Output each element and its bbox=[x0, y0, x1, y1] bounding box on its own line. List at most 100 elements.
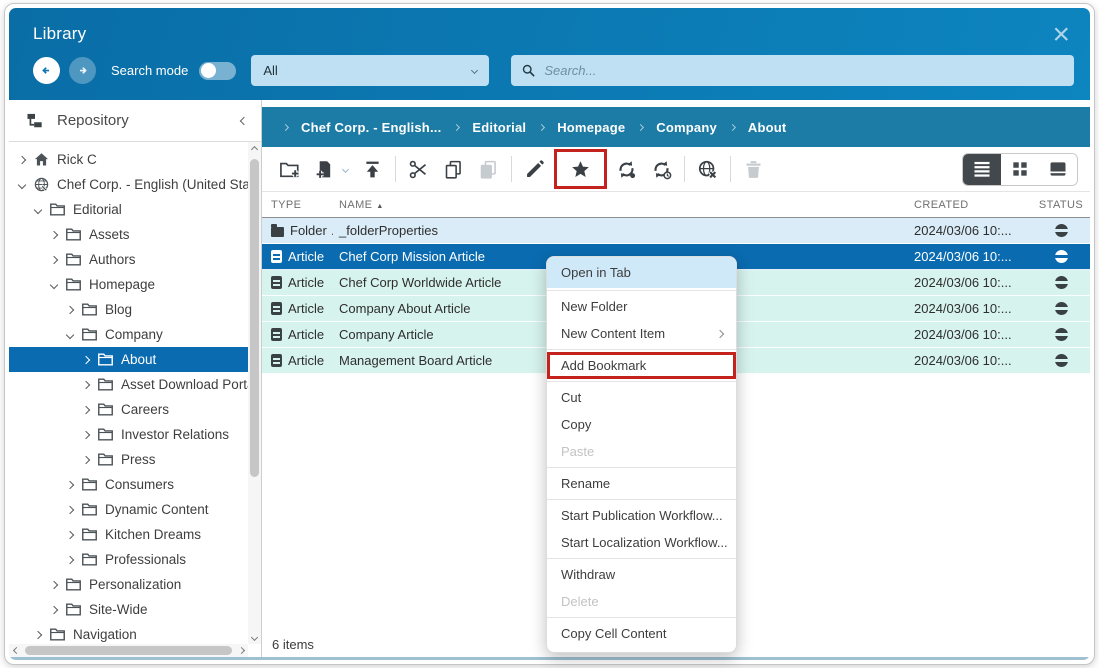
expand-node-icon[interactable] bbox=[66, 505, 74, 513]
tutorial-highlight-box bbox=[554, 149, 607, 189]
expand-node-icon[interactable] bbox=[82, 355, 90, 363]
expand-node-icon[interactable] bbox=[66, 480, 74, 488]
card-view-button[interactable] bbox=[1039, 154, 1077, 185]
cell-created: 2024/03/06 10:... bbox=[914, 327, 1032, 342]
tree-item-label: Rick C bbox=[57, 152, 97, 167]
menu-item-withdraw[interactable]: Withdraw bbox=[547, 561, 736, 588]
collapse-node-icon[interactable] bbox=[50, 280, 58, 288]
expand-node-icon[interactable] bbox=[66, 305, 74, 313]
scroll-up-icon[interactable] bbox=[252, 142, 257, 156]
tree-item-blog[interactable]: Blog bbox=[9, 297, 248, 322]
cut-button[interactable] bbox=[401, 153, 436, 185]
tree-item-company[interactable]: Company bbox=[9, 322, 248, 347]
collapse-sidebar-button[interactable] bbox=[241, 118, 247, 124]
tree-item-kitchen-dreams[interactable]: Kitchen Dreams bbox=[9, 522, 248, 547]
tree-item-investor-relations[interactable]: Investor Relations bbox=[9, 422, 248, 447]
tree-item-careers[interactable]: Careers bbox=[9, 397, 248, 422]
collapse-node-icon[interactable] bbox=[66, 330, 74, 338]
search-input[interactable] bbox=[544, 63, 1064, 78]
tree-item-homepage[interactable]: Homepage bbox=[9, 272, 248, 297]
column-header-status[interactable]: STATUS bbox=[1032, 199, 1090, 211]
breadcrumb-item-company[interactable]: Company bbox=[656, 120, 717, 135]
menu-item-new-content-item[interactable]: New Content Item bbox=[547, 320, 736, 347]
list-view-button[interactable] bbox=[963, 154, 1001, 185]
scroll-left-icon[interactable] bbox=[9, 648, 23, 653]
copy-button[interactable] bbox=[436, 153, 471, 185]
expand-node-icon[interactable] bbox=[66, 555, 74, 563]
tree-item-about[interactable]: About bbox=[9, 347, 248, 372]
tree-item-site-wide[interactable]: Site-Wide bbox=[9, 597, 248, 622]
expand-node-icon[interactable] bbox=[66, 530, 74, 538]
table-row-folderproperties[interactable]: Folder …_folderProperties2024/03/06 10:.… bbox=[262, 218, 1090, 244]
tree-item-label: Press bbox=[121, 452, 156, 467]
expand-node-icon[interactable] bbox=[82, 430, 90, 438]
search-mode-toggle[interactable] bbox=[199, 62, 236, 80]
home-icon bbox=[33, 151, 50, 168]
expand-node-icon[interactable] bbox=[18, 155, 26, 163]
back-button[interactable] bbox=[33, 57, 60, 84]
start-publication-workflow-button[interactable] bbox=[609, 153, 644, 185]
collapse-node-icon[interactable] bbox=[34, 205, 42, 213]
breadcrumb-item-about[interactable]: About bbox=[748, 120, 787, 135]
scroll-right-icon[interactable] bbox=[234, 648, 248, 653]
expand-node-icon[interactable] bbox=[82, 405, 90, 413]
tree-item-consumers[interactable]: Consumers bbox=[9, 472, 248, 497]
thumbnail-view-button[interactable] bbox=[1001, 154, 1039, 185]
menu-item-start-localization-workflow[interactable]: Start Localization Workflow... bbox=[547, 529, 736, 556]
scrollbar-thumb[interactable] bbox=[25, 646, 232, 655]
breadcrumb-item-editorial[interactable]: Editorial bbox=[472, 120, 526, 135]
tree-item-label: Kitchen Dreams bbox=[105, 527, 201, 542]
folder-icon bbox=[97, 351, 114, 368]
expand-node-icon[interactable] bbox=[82, 455, 90, 463]
expand-node-icon[interactable] bbox=[34, 630, 42, 638]
column-header-created[interactable]: CREATED bbox=[914, 199, 1032, 211]
tree-vertical-scrollbar[interactable] bbox=[248, 142, 261, 644]
new-content-item-button[interactable] bbox=[307, 153, 355, 185]
forward-button[interactable] bbox=[69, 57, 96, 84]
column-header-type[interactable]: TYPE bbox=[262, 199, 333, 211]
scrollbar-thumb[interactable] bbox=[250, 159, 259, 477]
dialog-title: Library bbox=[33, 24, 86, 44]
expand-node-icon[interactable] bbox=[50, 255, 58, 263]
search-field[interactable] bbox=[511, 55, 1074, 86]
edit-button[interactable] bbox=[517, 153, 552, 185]
menu-item-open-in-tab[interactable]: Open in Tab bbox=[547, 257, 736, 288]
tree-item-navigation[interactable]: Navigation bbox=[9, 622, 248, 644]
chevron-down-icon[interactable] bbox=[342, 165, 349, 172]
withdraw-button[interactable] bbox=[690, 153, 725, 185]
menu-item-copy-cell-content[interactable]: Copy Cell Content bbox=[547, 620, 736, 647]
start-localization-workflow-button[interactable] bbox=[644, 153, 679, 185]
tree-item-dynamic-content[interactable]: Dynamic Content bbox=[9, 497, 248, 522]
menu-item-start-publication-workflow[interactable]: Start Publication Workflow... bbox=[547, 502, 736, 529]
tree-item-authors[interactable]: Authors bbox=[9, 247, 248, 272]
tree-item-personalization[interactable]: Personalization bbox=[9, 572, 248, 597]
menu-item-cut[interactable]: Cut bbox=[547, 384, 736, 411]
add-bookmark-button[interactable] bbox=[563, 153, 598, 185]
menu-item-add-bookmark[interactable]: Add Bookmark bbox=[547, 352, 736, 379]
expand-node-icon[interactable] bbox=[50, 605, 58, 613]
collapse-node-icon[interactable] bbox=[18, 180, 26, 188]
tree-item-rick-c[interactable]: Rick C bbox=[9, 147, 248, 172]
expand-node-icon[interactable] bbox=[50, 580, 58, 588]
menu-divider bbox=[547, 467, 736, 468]
column-header-name[interactable]: NAME▲ bbox=[333, 199, 914, 211]
expand-node-icon[interactable] bbox=[50, 230, 58, 238]
tree-item-chef-corp-english-united-states[interactable]: Chef Corp. - English (United States bbox=[9, 172, 248, 197]
menu-item-new-folder[interactable]: New Folder bbox=[547, 293, 736, 320]
breadcrumb-item-chef-corp-english[interactable]: Chef Corp. - English... bbox=[301, 120, 441, 135]
breadcrumb-item-homepage[interactable]: Homepage bbox=[557, 120, 625, 135]
type-filter-dropdown[interactable]: All bbox=[251, 55, 489, 86]
tree-item-press[interactable]: Press bbox=[9, 447, 248, 472]
upload-button[interactable] bbox=[355, 153, 390, 185]
close-icon[interactable]: × bbox=[1052, 24, 1070, 46]
tree-item-asset-download-portal[interactable]: Asset Download Portal bbox=[9, 372, 248, 397]
expand-node-icon[interactable] bbox=[82, 380, 90, 388]
menu-item-copy[interactable]: Copy bbox=[547, 411, 736, 438]
tree-horizontal-scrollbar[interactable] bbox=[9, 644, 248, 657]
new-folder-button[interactable] bbox=[272, 153, 307, 185]
tree-item-professionals[interactable]: Professionals bbox=[9, 547, 248, 572]
tree-item-editorial[interactable]: Editorial bbox=[9, 197, 248, 222]
tree-item-assets[interactable]: Assets bbox=[9, 222, 248, 247]
menu-item-rename[interactable]: Rename bbox=[547, 470, 736, 497]
scroll-down-icon[interactable] bbox=[252, 630, 257, 644]
